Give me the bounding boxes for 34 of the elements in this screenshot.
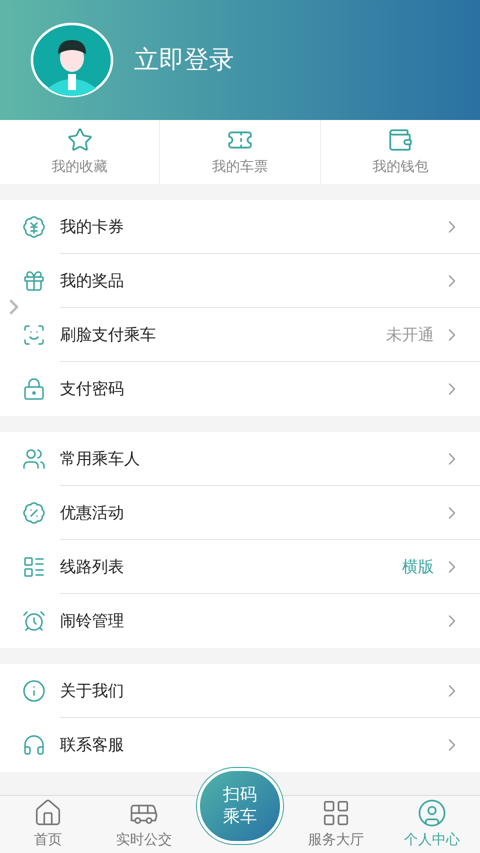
home-icon — [33, 798, 63, 828]
alarm-clock-icon — [22, 609, 46, 633]
menu-item[interactable]: 闹铃管理 — [0, 594, 480, 648]
info-icon — [22, 679, 46, 703]
menu-item[interactable]: 线路列表 横版 — [0, 540, 480, 594]
user-icon — [417, 798, 447, 828]
tab[interactable]: 服务大厅 — [288, 796, 384, 853]
menu-item[interactable]: 我的奖品 — [0, 254, 480, 308]
face-scan-icon — [22, 323, 46, 347]
star-icon — [66, 126, 93, 152]
gift-icon — [22, 269, 46, 293]
menu-item[interactable]: 优惠活动 — [0, 486, 480, 540]
menu-item[interactable]: 常用乘车人 — [0, 432, 480, 486]
list-icon — [22, 555, 46, 579]
grid-icon — [321, 798, 351, 828]
tab[interactable]: 实时公交 — [96, 796, 192, 853]
people-icon — [22, 447, 46, 471]
menu-item[interactable]: 我的卡券 — [0, 200, 480, 254]
avatar-icon[interactable] — [30, 22, 114, 98]
headset-icon — [22, 733, 46, 757]
menu-item[interactable]: 关于我们 — [0, 664, 480, 718]
scan-ride-button[interactable]: 扫码乘车 — [197, 768, 283, 844]
menu-item-value: 横版 — [402, 556, 434, 578]
shortcut-button[interactable]: 我的钱包 — [320, 120, 480, 184]
tab[interactable]: 首页 — [0, 796, 96, 853]
menu-item[interactable]: 支付密码 — [0, 362, 480, 416]
menu-item-value: 未开通 — [386, 324, 434, 346]
coupon-icon — [22, 215, 46, 239]
wallet-icon — [387, 126, 414, 152]
menu-item[interactable]: 刷脸支付乘车 未开通 — [0, 308, 480, 362]
shortcut-button[interactable]: 我的收藏 — [0, 120, 160, 184]
shortcut-button[interactable]: 我的车票 — [159, 120, 320, 184]
lock-icon — [22, 377, 46, 401]
discount-icon — [22, 501, 46, 525]
